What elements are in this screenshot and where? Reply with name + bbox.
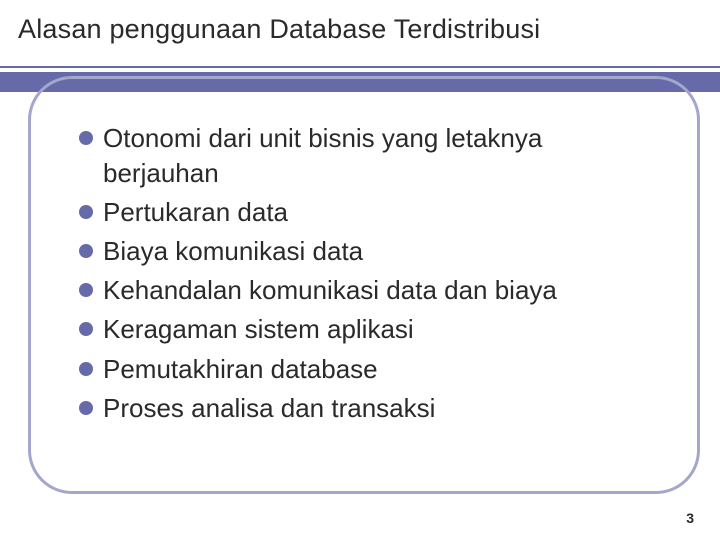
slide-title: Alasan penggunaan Database Terdistribusi <box>18 14 720 45</box>
bullet-text: Pertukaran data <box>103 195 288 230</box>
bullet-text: Keragaman sistem aplikasi <box>103 312 414 347</box>
list-item: Pertukaran data <box>79 195 649 230</box>
bullet-icon <box>79 205 93 219</box>
bullet-text: Pemutakhiran database <box>103 352 378 387</box>
page-number: 3 <box>686 510 694 526</box>
bullet-text: Proses analisa dan transaksi <box>103 391 435 426</box>
list-item: Keragaman sistem aplikasi <box>79 312 649 347</box>
bullet-text: Kehandalan komunikasi data dan biaya <box>103 273 557 308</box>
bullet-icon <box>79 131 93 145</box>
list-item: Biaya komunikasi data <box>79 234 649 269</box>
bullet-icon <box>79 401 93 415</box>
content-frame: Otonomi dari unit bisnis yang letaknya b… <box>28 76 700 494</box>
bullet-icon <box>79 362 93 376</box>
bullet-text: Otonomi dari unit bisnis yang letaknya b… <box>103 121 649 191</box>
list-item: Otonomi dari unit bisnis yang letaknya b… <box>79 121 649 191</box>
slide-header: Alasan penggunaan Database Terdistribusi <box>0 0 720 45</box>
list-item: Kehandalan komunikasi data dan biaya <box>79 273 649 308</box>
divider-thin-line <box>0 66 720 68</box>
list-item: Proses analisa dan transaksi <box>79 391 649 426</box>
list-item: Pemutakhiran database <box>79 352 649 387</box>
bullet-list: Otonomi dari unit bisnis yang letaknya b… <box>79 121 649 426</box>
bullet-icon <box>79 244 93 258</box>
bullet-icon <box>79 283 93 297</box>
bullet-text: Biaya komunikasi data <box>103 234 363 269</box>
bullet-icon <box>79 322 93 336</box>
